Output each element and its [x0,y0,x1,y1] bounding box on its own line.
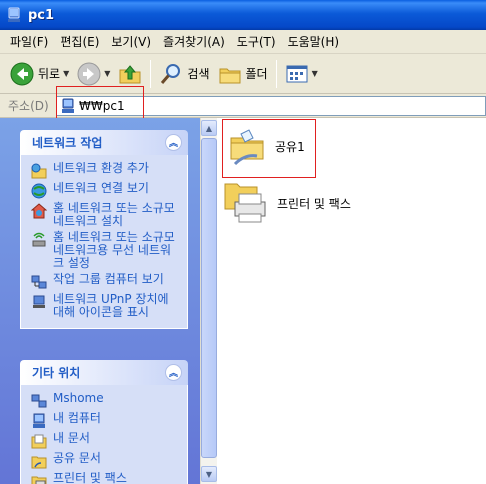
task-label: 홈 네트워크 또는 소규모 네트워크 설치 [53,201,175,228]
up-folder-icon [119,64,141,83]
place-label: Mshome [53,391,104,405]
workgroup-computers-icon [31,275,47,289]
place-label: 내 문서 [53,431,90,445]
place-label: 내 컴퓨터 [53,411,101,425]
other-places-panel: 기타 위치 ︽ Mshome 내 컴퓨터 내 문서 공유 문서 프린터 및 팩스 [20,360,188,484]
network-tasks-panel: 네트워크 작업 ︽ 네트워크 환경 추가 네트워크 연결 보기 홈 네트워크 또… [20,130,188,329]
other-places-header[interactable]: 기타 위치 ︽ [20,360,188,385]
upnp-device-icon [33,295,45,308]
printers-faxes-item[interactable]: 프린터 및 팩스 [223,180,351,226]
my-documents-icon [31,434,47,449]
task-view-workgroup-computers[interactable]: 작업 그룹 컴퓨터 보기 [31,273,181,290]
network-computer-icon [8,7,20,22]
place-shared-documents[interactable]: 공유 문서 [31,452,181,469]
task-label: 작업 그룹 컴퓨터 보기 [53,272,164,286]
task-label: 네트워크 환경 추가 [53,161,149,175]
window-title: pc1 [28,7,55,23]
folders-label: 폴더 [245,67,268,81]
back-label: 뒤로 [38,67,61,81]
search-button[interactable]: 검색 [155,57,213,91]
toolbar-separator [275,59,277,88]
printers-faxes-label: 프린터 및 팩스 [277,196,351,211]
place-label: 공유 문서 [53,451,101,465]
workgroup-icon [31,394,47,408]
place-mshome[interactable]: Mshome [31,392,181,409]
menu-tools[interactable]: 도구(T) [231,33,282,50]
menu-favorites[interactable]: 즐겨찾기(A) [157,33,231,50]
task-add-network-place[interactable]: 네트워크 환경 추가 [31,162,181,179]
task-label: 네트워크 UPnP 장치에 대해 아이콘을 표시 [53,292,169,319]
folders-icon [219,68,240,83]
collapse-chevron-icon[interactable]: ︽ [165,364,182,381]
add-network-place-icon [31,163,47,179]
task-setup-wireless-network[interactable]: 홈 네트워크 또는 소규모 네트워크용 무선 네트워크 설정 [31,231,181,270]
task-label: 네트워크 연결 보기 [53,181,149,195]
menu-bar: 파일(F) 편집(E) 보기(V) 즐겨찾기(A) 도구(T) 도움말(H) [0,30,486,54]
scroll-down-button[interactable]: ▼ [201,466,217,482]
forward-arrow-icon [77,62,101,85]
printers-faxes-icon [224,183,266,223]
network-tasks-list: 네트워크 환경 추가 네트워크 연결 보기 홈 네트워크 또는 소규모 네트워크… [20,155,188,329]
network-tasks-header[interactable]: 네트워크 작업 ︽ [20,130,188,155]
search-icon [161,63,181,84]
place-label: 프린터 및 팩스 [53,471,127,484]
menu-file[interactable]: 파일(F) [4,33,54,50]
printers-faxes-icon [31,476,47,484]
menu-help[interactable]: 도움말(H) [282,33,346,50]
other-places-list: Mshome 내 컴퓨터 내 문서 공유 문서 프린터 및 팩스 [20,385,188,484]
place-printers-faxes[interactable]: 프린터 및 팩스 [31,472,181,484]
my-computer-icon [33,413,45,428]
address-label: 주소(D) [8,99,49,113]
home-network-setup-icon [31,203,47,219]
task-pane-scrollbar[interactable]: ▲ ▼ [200,118,217,484]
search-label: 검색 [187,67,210,81]
menu-edit[interactable]: 편집(E) [54,33,105,50]
wireless-network-setup-icon [32,232,46,247]
chevron-down-icon[interactable]: ▼ [312,69,318,78]
task-view-network-connections[interactable]: 네트워크 연결 보기 [31,182,181,199]
scroll-up-button[interactable]: ▲ [201,120,217,136]
chevron-down-icon[interactable]: ▼ [104,69,110,78]
shared-documents-icon [31,456,47,469]
views-icon [286,65,308,82]
folders-button[interactable]: 폴더 [214,57,272,91]
task-label: 홈 네트워크 또는 소규모 네트워크용 무선 네트워크 설정 [53,230,175,270]
toolbar-separator [150,59,152,88]
network-tasks-title: 네트워크 작업 [32,136,103,150]
network-connections-icon [31,183,47,199]
scroll-thumb[interactable] [201,138,217,458]
place-my-documents[interactable]: 내 문서 [31,432,181,449]
other-places-title: 기타 위치 [32,366,81,380]
task-show-upnp-icons[interactable]: 네트워크 UPnP 장치에 대해 아이콘을 표시 [31,293,181,319]
title-bar[interactable]: pc1 [0,0,486,30]
views-button[interactable]: ▼ [281,57,322,91]
collapse-chevron-icon[interactable]: ︽ [165,134,182,151]
back-arrow-icon [10,62,34,85]
place-my-computer[interactable]: 내 컴퓨터 [31,412,181,429]
task-setup-home-network[interactable]: 홈 네트워크 또는 소규모 네트워크 설치 [31,202,181,228]
chevron-down-icon[interactable]: ▼ [63,69,69,78]
shared-folder-highlight-box [222,119,316,178]
menu-view[interactable]: 보기(V) [105,33,157,50]
task-pane: 네트워크 작업 ︽ 네트워크 환경 추가 네트워크 연결 보기 홈 네트워크 또… [0,118,200,484]
